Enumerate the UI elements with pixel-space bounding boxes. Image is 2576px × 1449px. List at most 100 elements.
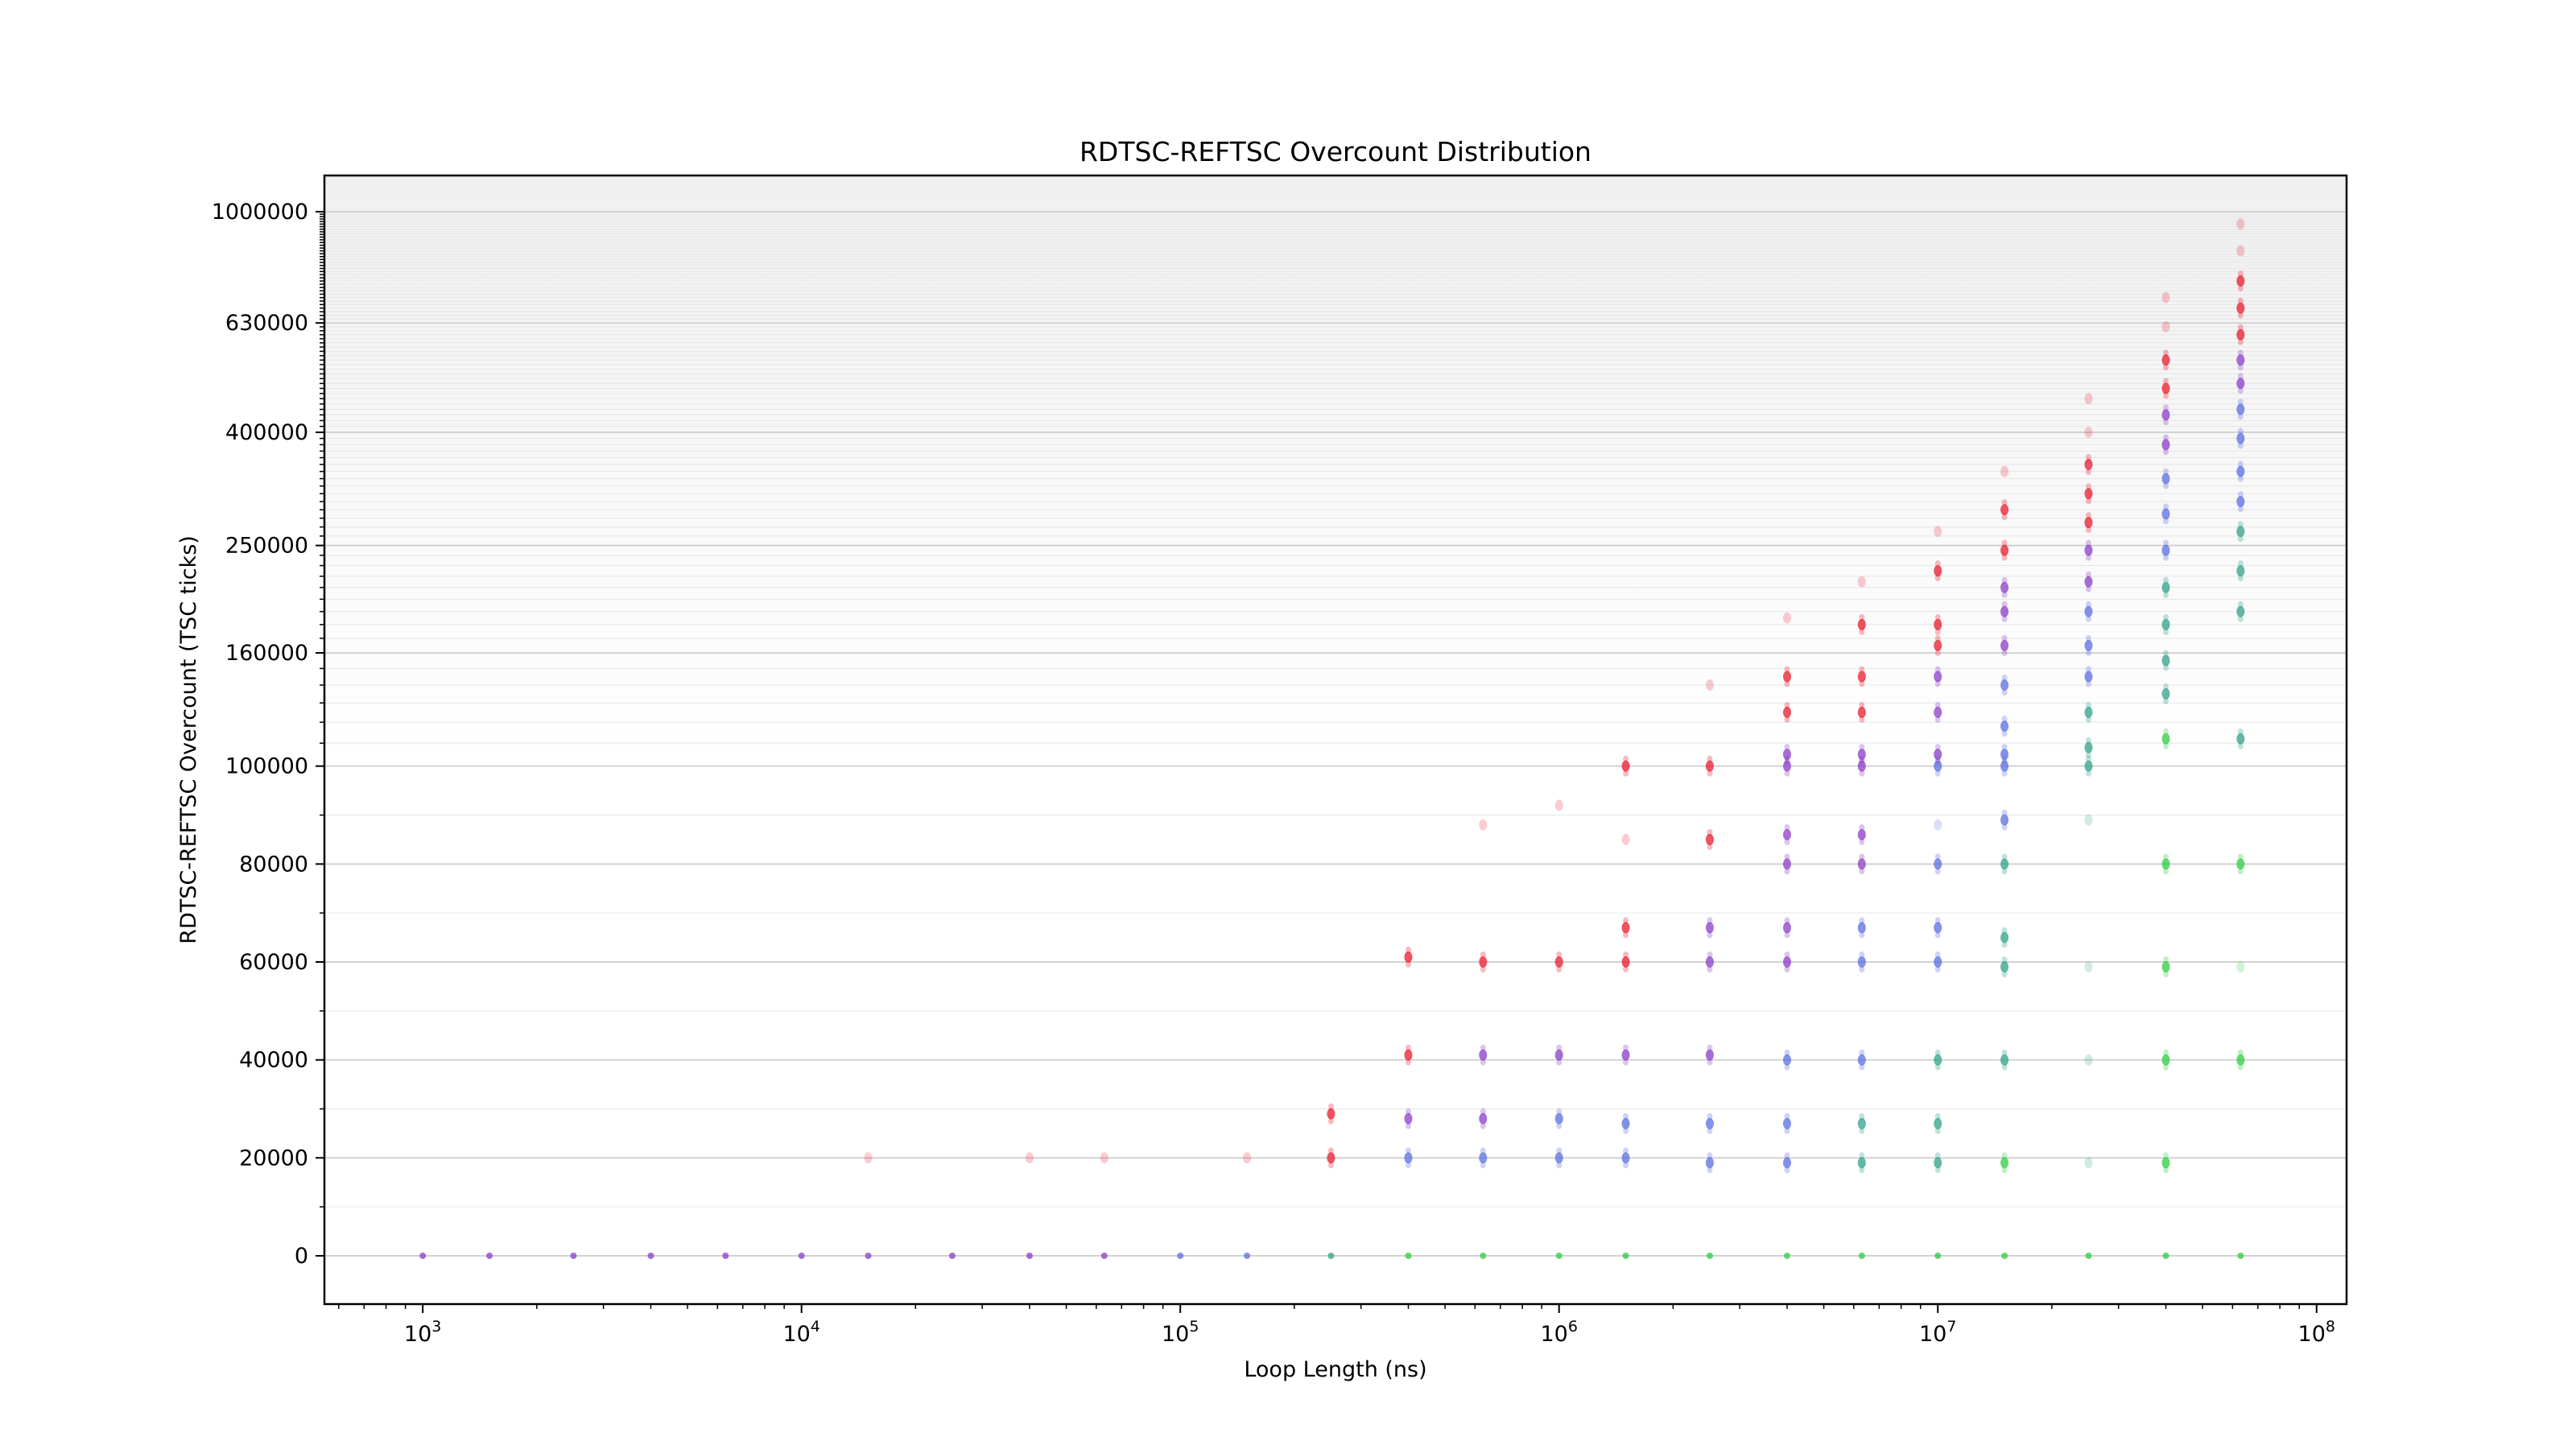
data-point (2237, 324, 2244, 331)
data-point (2001, 941, 2008, 948)
data-point (2084, 671, 2093, 683)
y-tick-label: 100000 (225, 754, 308, 779)
data-point (2085, 615, 2091, 622)
data-point (1784, 1166, 1790, 1174)
data-point (2237, 475, 2244, 482)
data-point-cluster (1100, 1253, 1108, 1259)
data-point (1621, 760, 1630, 772)
data-point (1480, 1147, 1486, 1154)
data-point (1934, 758, 1941, 766)
data-point (1859, 917, 1865, 924)
chart-title: RDTSC-REFTSC Overcount Distribution (1080, 136, 1591, 167)
data-point (1934, 770, 1941, 777)
y-tick-label: 160000 (225, 641, 308, 666)
data-point (2236, 961, 2245, 973)
data-point (2236, 403, 2245, 415)
data-point-cluster (1555, 1253, 1563, 1259)
data-point (2000, 581, 2009, 593)
data-point (1621, 1117, 1630, 1129)
data-point (1480, 1122, 1486, 1129)
y-tick-label: 60000 (239, 950, 308, 975)
data-point (2000, 961, 2009, 973)
data-point (1782, 922, 1791, 934)
data-point (1934, 956, 1942, 968)
data-point (1857, 1117, 1866, 1129)
data-point (2084, 1157, 2093, 1169)
data-point (1404, 951, 1413, 963)
data-point (2163, 742, 2169, 749)
data-point (1934, 526, 1942, 538)
data-point (2236, 496, 2245, 508)
data-point (1707, 917, 1713, 924)
data-point (1554, 1049, 1563, 1061)
data-point (1243, 1152, 1252, 1164)
data-point-cluster (1621, 833, 1630, 845)
data-point (1934, 1157, 1942, 1169)
x-tick-label-exponent: 6 (1568, 1318, 1578, 1335)
data-point (2163, 1049, 2169, 1056)
data-point (2001, 868, 2008, 875)
data-point (2085, 1253, 2092, 1259)
data-point (2001, 649, 2008, 656)
data-point (1934, 680, 1941, 687)
y-axis-label: RDTSC-REFTSC Overcount (TSC ticks) (176, 535, 201, 944)
data-point (1784, 966, 1790, 973)
data-point (1327, 1253, 1335, 1259)
data-point (1859, 824, 1865, 831)
chart: 103 104 105 106 107 1080200004000060000800001… (0, 0, 2576, 1449)
data-point (2161, 382, 2170, 394)
data-point-cluster (2000, 465, 2009, 477)
data-point (2237, 742, 2244, 749)
data-point (1556, 1162, 1563, 1169)
data-point (1479, 1152, 1488, 1164)
data-point (2236, 432, 2245, 444)
data-point (1857, 858, 1866, 870)
data-point (1480, 1162, 1486, 1169)
data-point (1623, 966, 1629, 973)
data-point (1707, 843, 1713, 850)
data-point (2000, 720, 2009, 733)
data-point (1244, 1253, 1251, 1259)
data-point (1934, 1166, 1941, 1174)
data-point (1025, 1152, 1034, 1164)
data-point (1623, 1162, 1629, 1169)
data-point (2000, 814, 2009, 826)
data-point (2237, 521, 2244, 528)
data-point-cluster (647, 1253, 654, 1259)
data-point-cluster (1177, 1253, 1184, 1259)
data-point (722, 1253, 729, 1259)
data-point (1554, 799, 1563, 811)
data-point (1934, 575, 1941, 582)
data-point (1934, 819, 1942, 831)
data-point (1556, 952, 1563, 959)
data-point-cluster (2085, 1253, 2092, 1259)
data-point (1784, 1127, 1790, 1134)
data-point (1859, 868, 1865, 875)
data-point (1859, 1152, 1865, 1159)
data-point (1859, 966, 1865, 973)
data-point (2084, 1054, 2093, 1066)
data-point (1857, 618, 1866, 630)
data-point (2163, 482, 2169, 489)
data-point (1705, 833, 1714, 845)
data-point (2084, 517, 2093, 529)
data-point (2237, 575, 2244, 582)
data-point (2237, 460, 2244, 468)
data-point (2084, 639, 2093, 651)
data-point (2001, 689, 2008, 696)
data-point (2001, 730, 2008, 737)
data-point (2237, 728, 2244, 735)
data-point (2237, 349, 2244, 357)
data-point (1623, 1127, 1629, 1134)
data-point (2163, 853, 2169, 861)
data-point (1784, 868, 1790, 875)
data-point-cluster (948, 1253, 956, 1259)
data-point (1621, 956, 1630, 968)
data-point (2161, 320, 2170, 332)
data-point (1100, 1253, 1108, 1259)
data-point (2085, 512, 2091, 519)
data-point-cluster (2084, 961, 2093, 973)
data-point (2000, 931, 2009, 943)
data-point (1404, 1113, 1413, 1125)
data-point (2237, 1049, 2244, 1056)
